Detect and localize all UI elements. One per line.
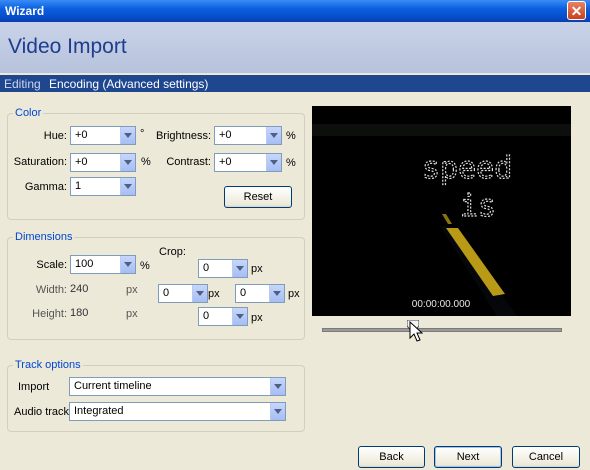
- mouse-cursor-icon: [409, 320, 424, 346]
- contrast-value: +0: [219, 156, 232, 168]
- next-button[interactable]: Next: [434, 446, 502, 468]
- title-bar: Wizard ✕: [0, 0, 590, 22]
- scale-combo[interactable]: 100: [70, 255, 136, 274]
- chevron-down-icon[interactable]: [270, 403, 285, 420]
- crop-bottom-value: 0: [203, 310, 210, 322]
- audio-track-value: Integrated: [74, 405, 124, 417]
- crop-left-unit: px: [208, 288, 220, 300]
- hue-value: +0: [75, 129, 88, 141]
- color-legend: Color: [13, 107, 44, 119]
- brightness-label: Brightness:: [155, 130, 211, 142]
- window-title: Wizard: [5, 4, 45, 18]
- crop-right-value: 0: [240, 287, 247, 299]
- breadcrumb-step-encoding: Encoding (Advanced settings): [49, 77, 209, 91]
- audio-track-label: Audio track:: [14, 406, 73, 418]
- crop-top-value: 0: [203, 262, 210, 274]
- timecode: 00:00:00.000: [412, 299, 471, 310]
- wizard-header: Video Import: [0, 22, 590, 73]
- height-value: 180: [69, 307, 125, 323]
- crop-right-unit: px: [288, 288, 300, 300]
- chevron-down-icon[interactable]: [266, 154, 281, 171]
- height-unit: px: [126, 308, 138, 320]
- page-title: Video Import: [8, 35, 127, 58]
- scale-label: Scale:: [36, 259, 67, 271]
- crop-top-unit: px: [251, 263, 263, 275]
- gamma-combo[interactable]: 1: [70, 177, 136, 196]
- hue-unit: °: [140, 128, 145, 140]
- dimensions-legend: Dimensions: [13, 231, 75, 243]
- import-label: Import: [18, 381, 50, 393]
- reset-button[interactable]: Reset: [224, 186, 292, 208]
- saturation-combo[interactable]: +0: [70, 153, 136, 172]
- saturation-value: +0: [75, 156, 88, 168]
- breadcrumb-step-editing[interactable]: Editing: [4, 77, 41, 91]
- crop-label: Crop:: [159, 246, 186, 258]
- back-button[interactable]: Back: [358, 446, 425, 468]
- track-options-legend: Track options: [13, 359, 83, 371]
- breadcrumb: Editing Encoding (Advanced settings): [0, 75, 590, 92]
- chevron-down-icon[interactable]: [270, 378, 285, 395]
- chevron-down-icon[interactable]: [120, 256, 135, 273]
- width-label: Width:: [35, 284, 67, 296]
- contrast-combo[interactable]: +0: [214, 153, 282, 172]
- crop-left-value: 0: [163, 287, 170, 299]
- close-button[interactable]: ✕: [567, 1, 586, 20]
- crop-right-combo[interactable]: 0: [235, 284, 285, 303]
- timeline-slider[interactable]: [322, 328, 562, 332]
- chevron-down-icon[interactable]: [232, 308, 247, 325]
- width-value: 240: [69, 283, 125, 299]
- gamma-value: 1: [75, 180, 82, 192]
- crop-bottom-combo[interactable]: 0: [198, 307, 248, 326]
- width-unit: px: [126, 284, 138, 296]
- hue-label: Hue:: [43, 130, 67, 142]
- chevron-down-icon[interactable]: [120, 154, 135, 171]
- chevron-down-icon[interactable]: [192, 285, 207, 302]
- brightness-combo[interactable]: +0: [214, 126, 282, 145]
- preview-frame: speed is 00:00:00.000: [312, 106, 571, 316]
- saturation-label: Saturation:: [13, 156, 67, 168]
- chevron-down-icon[interactable]: [120, 127, 135, 144]
- gamma-label: Gamma:: [24, 181, 67, 193]
- contrast-unit: %: [286, 157, 296, 169]
- brightness-unit: %: [286, 130, 296, 142]
- audio-track-select[interactable]: Integrated: [69, 402, 286, 421]
- scale-unit: %: [140, 260, 150, 272]
- height-label: Height:: [32, 308, 67, 320]
- cancel-button[interactable]: Cancel: [512, 446, 580, 468]
- crop-top-combo[interactable]: 0: [198, 259, 248, 278]
- track-options-group: Track options: [7, 359, 305, 432]
- brightness-value: +0: [219, 129, 232, 141]
- chevron-down-icon[interactable]: [266, 127, 281, 144]
- crop-left-combo[interactable]: 0: [158, 284, 208, 303]
- crop-bottom-unit: px: [251, 312, 263, 324]
- close-icon: ✕: [570, 3, 583, 19]
- preview-text-line2: is: [460, 189, 496, 224]
- video-preview: speed is 00:00:00.000: [312, 106, 571, 316]
- chevron-down-icon[interactable]: [232, 260, 247, 277]
- chevron-down-icon[interactable]: [120, 178, 135, 195]
- preview-text-line1: speed: [422, 151, 512, 186]
- import-select[interactable]: Current timeline: [69, 377, 286, 396]
- scale-value: 100: [75, 258, 94, 270]
- chevron-down-icon[interactable]: [269, 285, 284, 302]
- hue-combo[interactable]: +0: [70, 126, 136, 145]
- import-value: Current timeline: [74, 380, 152, 392]
- contrast-label: Contrast:: [166, 156, 211, 168]
